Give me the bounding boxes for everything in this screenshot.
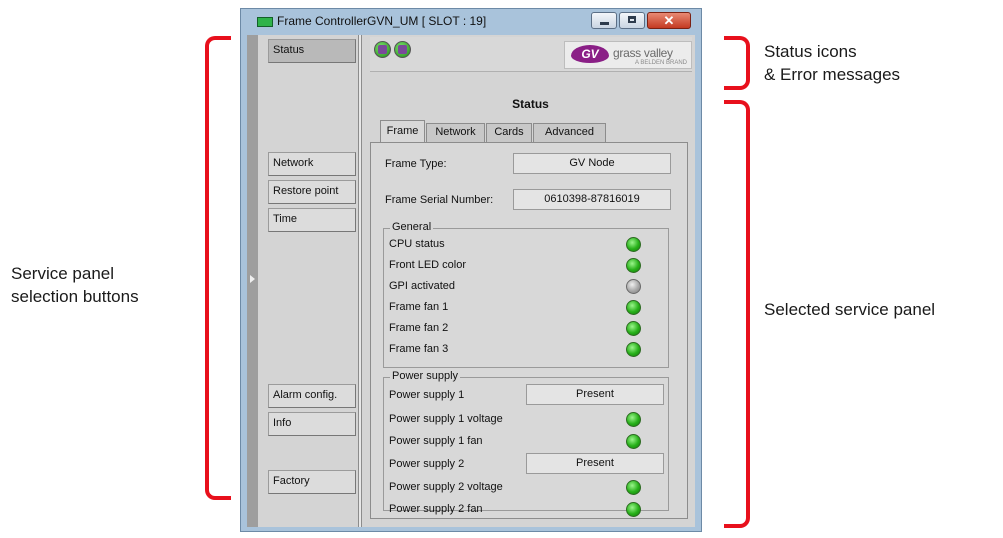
annotation-left-line1: Service panel xyxy=(11,264,115,283)
tab-cards[interactable]: Cards xyxy=(486,123,532,142)
close-icon: ✕ xyxy=(663,13,675,28)
status-bar: GV grass valley A BELDEN BRAND xyxy=(370,37,692,72)
annotation-selected-panel: Selected service panel xyxy=(764,300,936,319)
app-icon xyxy=(257,17,273,27)
sidebar-item-info[interactable]: Info xyxy=(268,412,356,436)
frame-fan-3-label: Frame fan 3 xyxy=(389,343,449,355)
maximize-button[interactable] xyxy=(619,12,645,29)
sidebar-item-network[interactable]: Network xyxy=(268,152,356,176)
annotation-left-line2: selection buttons xyxy=(11,287,139,306)
frame-serial-label: Frame Serial Number: xyxy=(385,194,494,206)
tab-advanced[interactable]: Advanced xyxy=(533,123,606,142)
frame-serial-value: 0610398-87816019 xyxy=(513,189,671,210)
tab-frame[interactable]: Frame xyxy=(380,120,425,143)
service-panel-sidebar: Status Network Restore point Time Alarm … xyxy=(258,35,358,527)
grass-valley-logo: GV grass valley A BELDEN BRAND xyxy=(564,41,692,69)
frame-type-value: GV Node xyxy=(513,153,671,174)
frame-fan-1-led-icon xyxy=(626,300,641,315)
sidebar-item-status[interactable]: Status xyxy=(268,39,356,63)
power-supply-1-fan-label: Power supply 1 fan xyxy=(389,435,483,447)
collapse-strip[interactable] xyxy=(247,35,258,527)
selected-service-panel: GV grass valley A BELDEN BRAND Status Fr… xyxy=(366,35,695,527)
power-supply-2-voltage-label: Power supply 2 voltage xyxy=(389,481,503,493)
front-led-color-led-icon xyxy=(626,258,641,273)
power-supply-group: Power supply Power supply 1 Present Powe… xyxy=(383,370,669,517)
power-supply-1-voltage-label: Power supply 1 voltage xyxy=(389,413,503,425)
window-client: Status Network Restore point Time Alarm … xyxy=(247,35,695,527)
power-supply-group-title: Power supply xyxy=(390,370,461,382)
annotation-status-icons: Status icons & Error messages xyxy=(764,40,900,86)
annotation-status-line1: Status icons xyxy=(764,42,857,61)
sidebar-item-restore-point[interactable]: Restore point xyxy=(268,180,356,204)
minimize-icon xyxy=(600,22,609,25)
power-supply-2-fan-label: Power supply 2 fan xyxy=(389,503,483,515)
sidebar-item-alarm-config[interactable]: Alarm config. xyxy=(268,384,356,408)
panel-divider xyxy=(358,35,362,527)
status-icon-1[interactable] xyxy=(374,41,391,58)
power-supply-2-label: Power supply 2 xyxy=(389,458,465,470)
frame-type-label: Frame Type: xyxy=(385,158,447,170)
power-supply-2-fan-led-icon xyxy=(626,502,641,517)
window-title: Frame ControllerGVN_UM [ SLOT : 19] xyxy=(277,14,487,28)
tab-network[interactable]: Network xyxy=(426,123,485,142)
minimize-button[interactable] xyxy=(591,12,617,29)
frame-fan-2-label: Frame fan 2 xyxy=(389,322,449,334)
left-bracket xyxy=(205,36,231,500)
power-supply-1-voltage-led-icon xyxy=(626,412,641,427)
panel-bracket xyxy=(724,100,750,528)
cpu-status-led-icon xyxy=(626,237,641,252)
frame-fan-1-label: Frame fan 1 xyxy=(389,301,449,313)
power-supply-1-value: Present xyxy=(526,384,664,405)
frame-fan-3-led-icon xyxy=(626,342,641,357)
gv-logo-text: grass valley xyxy=(613,46,673,60)
annotation-status-line2: & Error messages xyxy=(764,65,901,84)
title-bar[interactable]: Frame ControllerGVN_UM [ SLOT : 19] ✕ xyxy=(241,9,701,35)
front-led-color-label: Front LED color xyxy=(389,259,467,271)
general-group-title: General xyxy=(390,221,434,233)
gv-logo-sub: A BELDEN BRAND xyxy=(635,60,688,66)
status-icon-2[interactable] xyxy=(394,41,411,58)
power-supply-1-label: Power supply 1 xyxy=(389,389,465,401)
expand-arrow-icon[interactable] xyxy=(250,275,255,283)
frame-controller-window: Frame ControllerGVN_UM [ SLOT : 19] ✕ St… xyxy=(240,8,702,532)
power-supply-1-fan-led-icon xyxy=(626,434,641,449)
sidebar-item-time[interactable]: Time xyxy=(268,208,356,232)
gpi-activated-label: GPI activated xyxy=(389,280,456,292)
frame-tab-content: Frame Type: GV Node Frame Serial Number:… xyxy=(370,142,688,519)
close-button[interactable]: ✕ xyxy=(647,12,691,29)
sidebar-item-factory[interactable]: Factory xyxy=(268,470,356,494)
panel-title: Status xyxy=(512,97,549,111)
power-supply-2-value: Present xyxy=(526,453,664,474)
maximize-icon xyxy=(628,16,636,23)
gv-logo-mark: GV xyxy=(571,45,609,63)
power-supply-2-voltage-led-icon xyxy=(626,480,641,495)
general-group: General CPU status Front LED color GPI a… xyxy=(383,221,669,368)
gpi-activated-led-icon xyxy=(626,279,641,294)
status-bracket xyxy=(724,36,750,90)
cpu-status-label: CPU status xyxy=(389,238,445,250)
frame-fan-2-led-icon xyxy=(626,321,641,336)
annotation-service-buttons: Service panel selection buttons xyxy=(11,262,139,308)
